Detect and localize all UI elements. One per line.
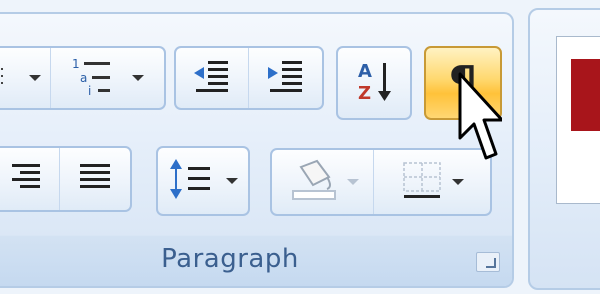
sort-az-icon: A Z [352, 57, 396, 109]
chevron-down-icon[interactable] [226, 178, 238, 184]
line-spacing-button-group [156, 146, 250, 216]
decrease-indent-icon [192, 58, 232, 98]
dialog-launcher-icon[interactable] [476, 252, 500, 272]
shading-bucket-icon [287, 157, 341, 207]
multilevel-list-icon: 1 a i [70, 54, 126, 102]
sort-button[interactable]: A Z [338, 48, 410, 118]
indent-button-group [174, 46, 324, 110]
chevron-down-icon[interactable] [28, 75, 41, 81]
increase-indent-button[interactable] [249, 48, 322, 108]
justify-button[interactable] [60, 148, 130, 210]
justify-icon [78, 162, 112, 196]
shading-button[interactable] [272, 150, 375, 214]
alignment-button-group [0, 146, 132, 212]
mouse-cursor-icon [456, 72, 504, 168]
style-swatch [571, 59, 600, 131]
numbering-icon [0, 64, 23, 92]
chevron-down-icon[interactable] [346, 179, 359, 185]
group-footer: Paragraph [0, 235, 512, 286]
decrease-indent-button[interactable] [176, 48, 249, 108]
chevron-down-icon[interactable] [452, 179, 465, 185]
increase-indent-icon [266, 58, 306, 98]
sort-letter-z: Z [358, 83, 371, 104]
svg-text:a: a [80, 71, 87, 85]
line-spacing-button[interactable] [158, 148, 248, 214]
group-label: Paragraph [161, 244, 299, 274]
borders-icon [400, 157, 446, 207]
numbering-button[interactable] [0, 48, 51, 108]
svg-text:i: i [88, 84, 91, 98]
sort-letter-a: A [358, 61, 372, 82]
align-right-button[interactable] [0, 148, 61, 210]
sort-button-group: A Z [336, 46, 412, 120]
align-right-icon [8, 162, 42, 196]
svg-text:1: 1 [72, 57, 80, 71]
style-preview[interactable] [556, 36, 600, 204]
list-button-group: 1 a i [0, 46, 166, 110]
chevron-down-icon[interactable] [132, 75, 145, 81]
line-spacing-icon [168, 157, 220, 205]
multilevel-list-button[interactable]: 1 a i [51, 48, 164, 108]
